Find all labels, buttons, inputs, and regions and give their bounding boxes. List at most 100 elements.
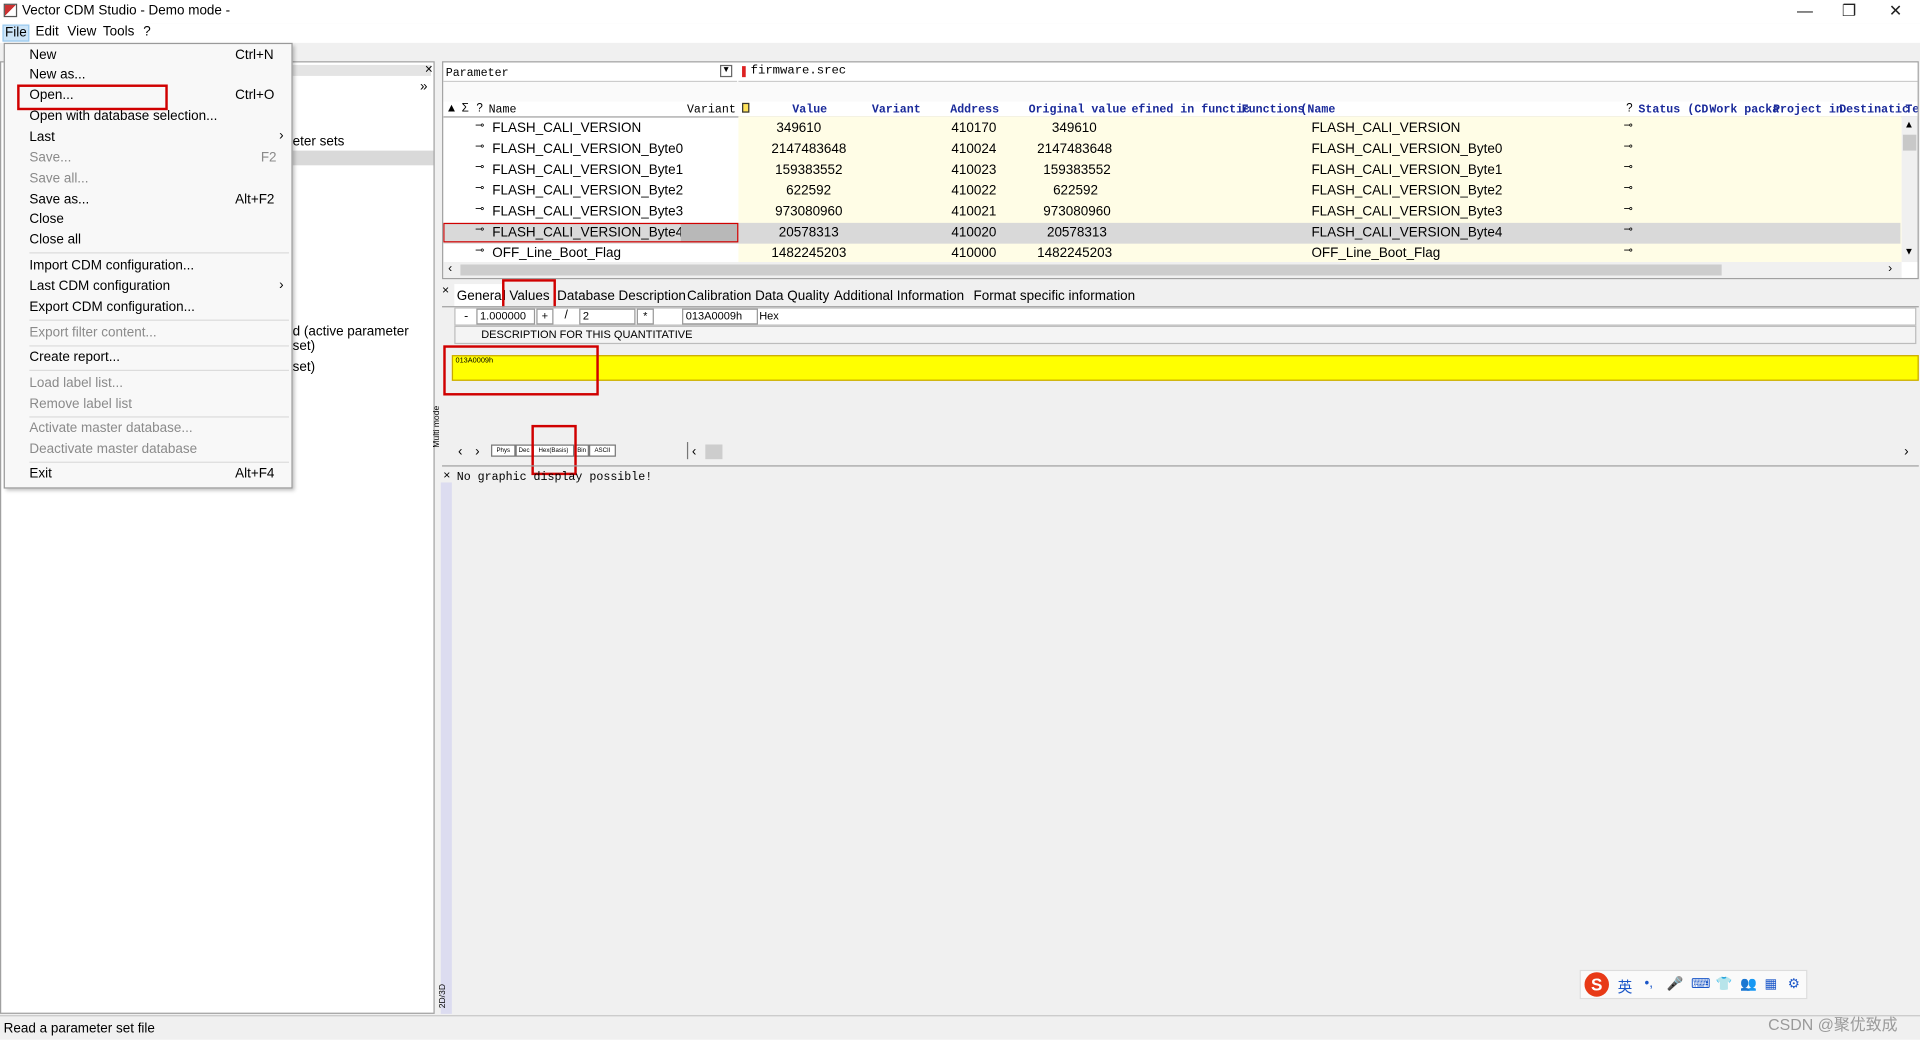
divide-button[interactable]: /	[564, 309, 567, 322]
header-te[interactable]: Te	[1905, 103, 1917, 116]
table-row[interactable]: ⊸ FLASH_CALI_VERSION_Byte0 2147483648 41…	[443, 140, 1900, 161]
row-icon: ⊸	[475, 181, 485, 194]
table-row[interactable]: ⊸ FLASH_CALI_VERSION_Byte2 622592 410022…	[443, 181, 1900, 202]
nav-next-icon[interactable]: ›	[475, 444, 479, 459]
cell-value: 349610	[776, 121, 822, 136]
scroll-down-icon[interactable]: ▼	[1904, 246, 1914, 257]
cell-value: 973080960	[775, 204, 843, 220]
menu-edit[interactable]: Edit	[36, 24, 59, 39]
format-scroll-thumb[interactable]	[705, 444, 723, 460]
user-icon[interactable]: 👥	[1740, 976, 1757, 992]
close-window-button[interactable]: ✕	[1873, 0, 1917, 23]
microphone-icon[interactable]: 🎤	[1667, 976, 1684, 992]
header-fname[interactable]: (Name	[1300, 103, 1335, 116]
header-functions[interactable]: Functions	[1242, 103, 1305, 116]
help-icon[interactable]: ?	[476, 102, 482, 115]
plus-button[interactable]: +	[536, 308, 554, 325]
format-tab-phys[interactable]: Phys	[491, 444, 516, 457]
tree-item-set[interactable]: set)	[293, 360, 315, 375]
keyboard-icon[interactable]: ⌨	[1691, 976, 1710, 992]
tab-general-label[interactable]: General	[457, 289, 505, 304]
menu-file[interactable]: File	[2, 24, 30, 42]
menu-view[interactable]: View	[67, 24, 96, 39]
format-scroll-right-icon[interactable]: ›	[1904, 444, 1908, 459]
menu-item-last-cdm[interactable]: Last CDM configuration	[29, 279, 170, 294]
filter-dropdown-icon[interactable]: ▼	[720, 64, 733, 78]
nav-prev-icon[interactable]: ‹	[458, 444, 462, 459]
header-variant-left[interactable]: Variant	[687, 103, 736, 116]
table-row[interactable]: ⊸ FLASH_CALI_VERSION_Byte3 973080960 410…	[443, 202, 1900, 223]
menu-item-new-as[interactable]: New as...	[29, 67, 85, 82]
format-tab-dec[interactable]: Dec	[515, 444, 533, 457]
menu-item-save-as[interactable]: Save as...	[29, 192, 89, 207]
tree-item-selected[interactable]	[292, 150, 434, 166]
scroll-up-icon[interactable]: ▲	[1904, 119, 1914, 130]
header-work-package[interactable]: Work packa	[1709, 103, 1779, 116]
menu-help[interactable]: ?	[143, 24, 151, 39]
vertical-scroll-thumb[interactable]	[1902, 134, 1917, 151]
left-panel-close-icon[interactable]: ×	[425, 62, 433, 77]
minimize-button[interactable]: —	[1783, 0, 1827, 23]
tab-database-description[interactable]: Database Description	[555, 288, 689, 305]
menu-item-close[interactable]: Close	[29, 212, 63, 227]
menu-item-last[interactable]: Last	[29, 130, 54, 145]
menu-item-create-report[interactable]: Create report...	[29, 350, 120, 365]
ime-mode[interactable]: 英	[1618, 976, 1633, 997]
punctuation-icon[interactable]: •,	[1645, 976, 1653, 991]
header-original-value[interactable]: Original value	[1029, 103, 1127, 116]
header-value[interactable]: Value	[792, 103, 827, 116]
status-icon: ⊸	[1623, 243, 1633, 256]
multiply-button[interactable]: *	[636, 308, 654, 325]
menu-item-save-all: Save all...	[29, 171, 89, 187]
horizontal-scroll-thumb[interactable]	[460, 264, 1722, 276]
hex-value-field[interactable]: 013A0009h	[682, 308, 758, 325]
header-variant[interactable]: Variant	[872, 103, 921, 116]
divisor-input[interactable]: 2	[579, 308, 636, 325]
scroll-left-icon[interactable]: ‹	[448, 262, 452, 275]
format-scroll-left-icon[interactable]: ‹	[692, 444, 696, 459]
tab-additional-information[interactable]: Additional Information	[831, 288, 966, 305]
menu-item-close-all[interactable]: Close all	[29, 233, 81, 248]
tab-format-specific-information[interactable]: Format specific information	[971, 288, 1138, 305]
left-panel-expand-icon[interactable]: »	[420, 80, 428, 95]
header-project[interactable]: Project in	[1773, 103, 1843, 116]
scroll-right-icon[interactable]: ›	[1888, 262, 1892, 275]
value-cell[interactable]: 013A0009h	[451, 355, 1919, 381]
menu-tools[interactable]: Tools	[103, 24, 134, 39]
cell-value: 159383552	[775, 162, 843, 178]
menu-item-import-cdm[interactable]: Import CDM configuration...	[29, 258, 194, 273]
header-status[interactable]: Status	[1638, 103, 1680, 116]
menu-item-open-with-db[interactable]: Open with database selection...	[29, 109, 217, 124]
menu-item-exit[interactable]: Exit	[29, 467, 51, 482]
factor-input[interactable]: 1.000000	[476, 308, 536, 325]
tree-item-active-set[interactable]: d (active parameter set)	[293, 324, 434, 353]
table-row[interactable]: ⊸ FLASH_CALI_VERSION 349610 410170 34961…	[443, 119, 1900, 140]
tree-item-parameter-sets[interactable]: eter sets	[293, 135, 345, 150]
header-help-icon[interactable]: ?	[1626, 102, 1632, 115]
tab-calibration-data-quality[interactable]: Calibration Data Quality	[684, 288, 831, 305]
settings-icon[interactable]: ⚙	[1788, 976, 1800, 992]
grid-icon[interactable]: ▦	[1765, 976, 1778, 992]
header-name[interactable]: Name	[489, 103, 517, 116]
cell-fname: FLASH_CALI_VERSION_Byte4	[1311, 225, 1503, 241]
grid-horizontal-scrollbar[interactable]: ‹ ›	[443, 262, 1902, 278]
header-defined-in-function[interactable]: efined in functic	[1131, 103, 1250, 116]
sum-icon[interactable]: Σ	[462, 102, 469, 115]
file-tab[interactable]: firmware.srec	[738, 62, 1918, 83]
skin-icon[interactable]: 👕	[1716, 976, 1733, 992]
grid-vertical-scrollbar[interactable]: ▲ ▼	[1901, 116, 1918, 263]
grid-spacer	[443, 82, 1918, 102]
format-tab-ascii[interactable]: ASCII	[588, 444, 616, 457]
restore-button[interactable]: ❐	[1827, 0, 1871, 23]
header-address[interactable]: Address	[950, 103, 999, 116]
detail-close-icon[interactable]: ×	[442, 284, 452, 297]
header-cd[interactable]: (CD	[1687, 103, 1708, 116]
minus-button[interactable]: -	[464, 310, 468, 323]
sort-icon[interactable]: ▲	[446, 102, 458, 115]
header-destination[interactable]: Destinatic	[1839, 103, 1909, 116]
sogou-logo-icon[interactable]: S	[1584, 972, 1609, 997]
graphic-close-icon[interactable]: ×	[443, 469, 450, 482]
menu-item-export-cdm[interactable]: Export CDM configuration...	[29, 300, 194, 315]
menu-item-new[interactable]: New	[29, 48, 56, 63]
table-row[interactable]: ⊸ FLASH_CALI_VERSION_Byte1 159383552 410…	[443, 160, 1900, 181]
